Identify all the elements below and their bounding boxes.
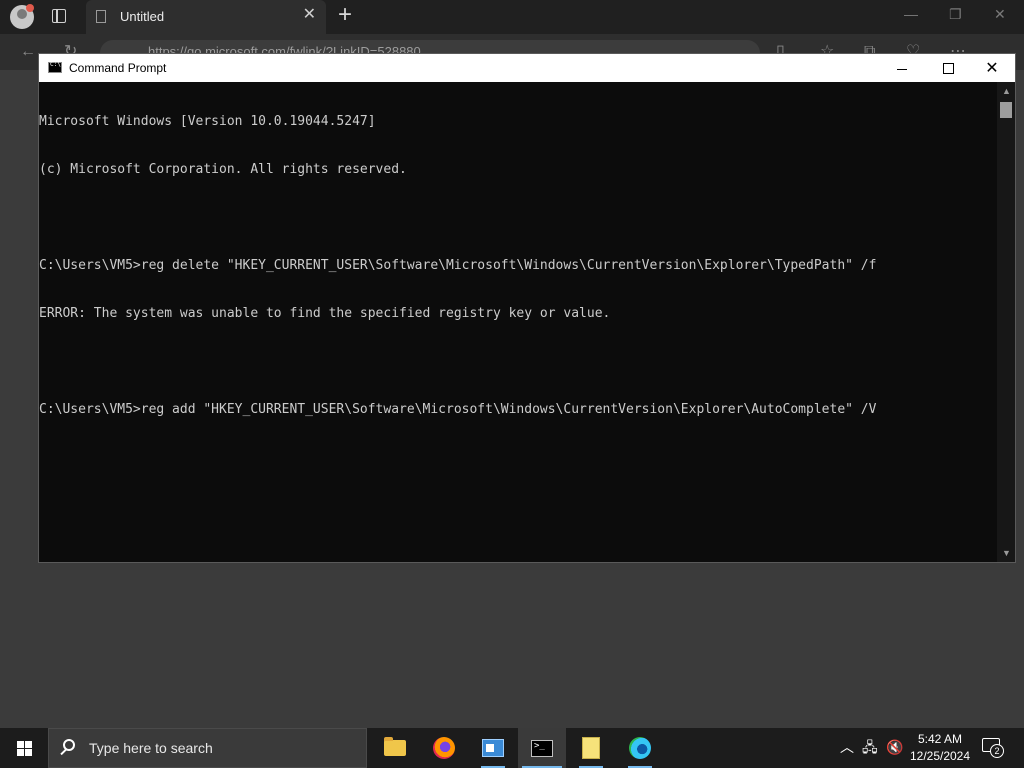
cmd-scrollbar[interactable]: ▲ ▼ bbox=[997, 82, 1015, 562]
chevron-up-icon[interactable]: ︿ bbox=[840, 739, 854, 755]
browser-tab[interactable]: Untitled ✕ bbox=[86, 0, 326, 34]
console-input-line[interactable]: C:\Users\VM5>reg add "HKEY_CURRENT_USER\… bbox=[39, 402, 997, 418]
browser-tabstrip: Untitled ✕ + — ❐ ✕ bbox=[0, 0, 1024, 34]
minimize-icon bbox=[897, 68, 907, 70]
volume-muted-icon[interactable]: 🔇 bbox=[886, 739, 903, 755]
taskbar-control-panel[interactable] bbox=[469, 728, 517, 768]
cmd-app-icon bbox=[48, 61, 62, 73]
notes-icon bbox=[582, 737, 600, 759]
notification-count: 2 bbox=[990, 744, 1004, 758]
console-line: ERROR: The system was unable to find the… bbox=[39, 306, 611, 321]
scroll-down-icon[interactable]: ▼ bbox=[1002, 548, 1011, 558]
taskbar-command-prompt[interactable] bbox=[518, 728, 566, 768]
notification-center-button[interactable]: 2 bbox=[982, 738, 1004, 758]
cmd-maximize-button[interactable] bbox=[925, 54, 971, 82]
firefox-icon bbox=[433, 737, 455, 759]
taskbar-file-explorer[interactable] bbox=[371, 728, 419, 768]
browser-restore-icon[interactable]: ❐ bbox=[949, 6, 962, 23]
command-prompt-window: Command Prompt ✕ Microsoft Windows [Vers… bbox=[38, 53, 1016, 563]
taskbar-edge[interactable] bbox=[616, 728, 664, 768]
cmd-minimize-button[interactable] bbox=[879, 54, 925, 82]
tab-close-icon[interactable]: ✕ bbox=[303, 7, 316, 23]
console-line: (c) Microsoft Corporation. All rights re… bbox=[39, 162, 407, 177]
taskbar: Type here to search ︿ 🖧 🔇 5:42 AM 12/25/… bbox=[0, 728, 1024, 768]
close-icon: ✕ bbox=[985, 60, 999, 77]
clock-date: 12/25/2024 bbox=[909, 749, 971, 763]
search-placeholder: Type here to search bbox=[89, 740, 213, 756]
taskbar-search-box[interactable]: Type here to search bbox=[48, 728, 367, 768]
clock-time: 5:42 AM bbox=[917, 732, 963, 746]
tab-title: Untitled bbox=[120, 9, 165, 24]
console-line: Microsoft Windows [Version 10.0.19044.52… bbox=[39, 114, 376, 129]
maximize-icon bbox=[942, 62, 954, 74]
page-icon bbox=[96, 10, 106, 23]
scroll-up-icon[interactable]: ▲ bbox=[1002, 86, 1011, 96]
console-output[interactable]: Microsoft Windows [Version 10.0.19044.52… bbox=[39, 82, 997, 562]
folder-icon bbox=[384, 737, 406, 756]
scrollbar-thumb[interactable] bbox=[1000, 102, 1012, 118]
system-clock[interactable]: 5:42 AM 12/25/2024 bbox=[905, 731, 975, 765]
console-line: C:\Users\VM5>reg delete "HKEY_CURRENT_US… bbox=[39, 258, 877, 273]
control-panel-icon bbox=[482, 739, 504, 757]
cmd-titlebar[interactable]: Command Prompt ✕ bbox=[39, 54, 1015, 82]
network-icon[interactable]: 🖧 bbox=[862, 739, 878, 755]
browser-minimize-icon[interactable]: — bbox=[904, 6, 918, 22]
back-icon[interactable]: ← bbox=[20, 44, 36, 60]
browser-close-icon[interactable]: ✕ bbox=[994, 6, 1006, 23]
edge-icon bbox=[629, 737, 651, 759]
start-button[interactable] bbox=[0, 728, 48, 768]
taskbar-sticky-notes[interactable] bbox=[567, 728, 615, 768]
profile-status-dot bbox=[26, 4, 34, 12]
tab-actions-icon[interactable] bbox=[52, 9, 66, 23]
new-tab-icon[interactable]: + bbox=[338, 3, 352, 27]
search-icon bbox=[63, 739, 75, 751]
cmd-window-title: Command Prompt bbox=[69, 61, 167, 75]
cmd-close-button[interactable]: ✕ bbox=[969, 54, 1015, 82]
cmd-icon bbox=[531, 739, 553, 757]
taskbar-firefox[interactable] bbox=[420, 728, 468, 768]
windows-logo-icon bbox=[16, 740, 32, 756]
